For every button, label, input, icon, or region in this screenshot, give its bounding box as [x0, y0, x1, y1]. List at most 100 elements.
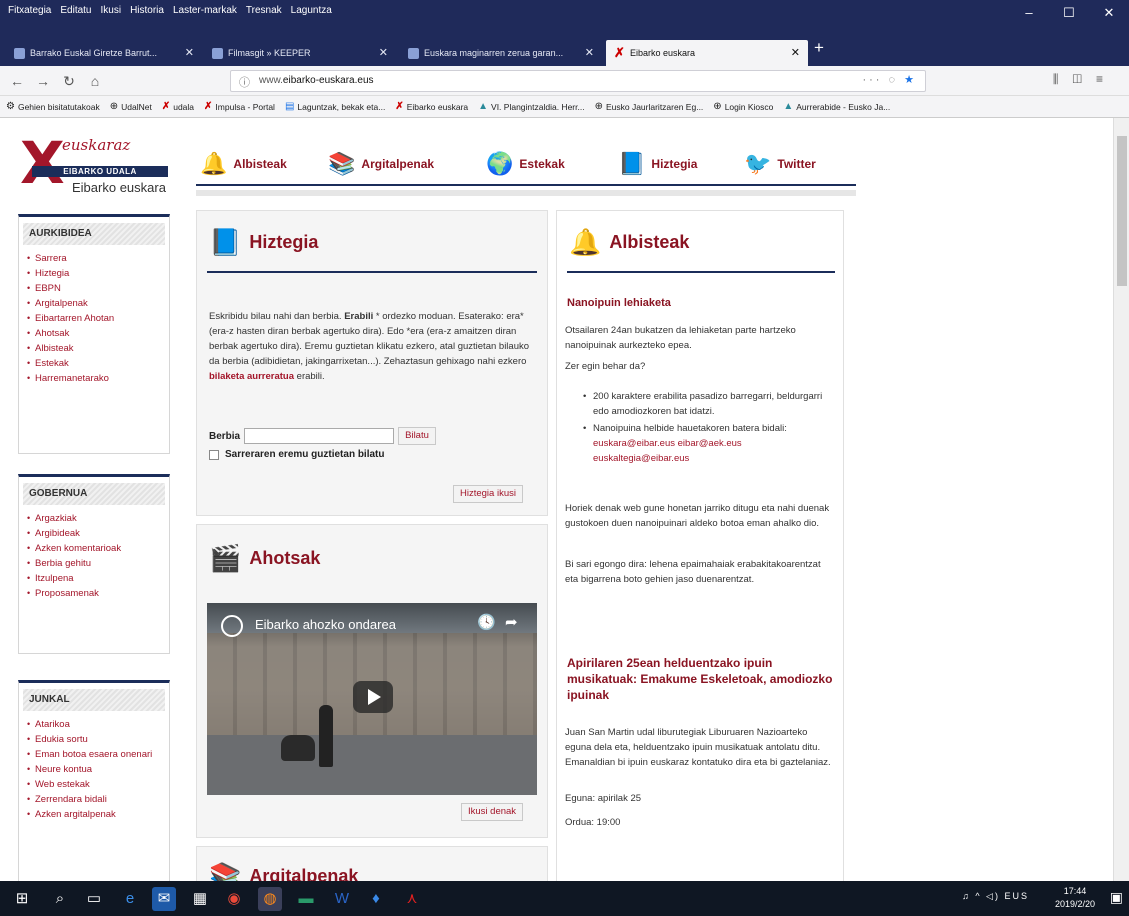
pocket-icon[interactable]: ◌: [889, 74, 899, 86]
hamburger-menu-icon[interactable]: ≡: [1096, 72, 1117, 86]
sidebar-item-harremanetarako[interactable]: Harremanetarako: [27, 371, 161, 386]
bookmark-item[interactable]: ⊕ Login Kiosco: [713, 101, 773, 112]
sidebar-item-itzulpena[interactable]: Itzulpena: [27, 571, 161, 586]
acrobat-icon[interactable]: ⋏: [400, 887, 424, 911]
firefox-icon[interactable]: ◍: [258, 887, 282, 911]
sidebar-item-azken-argitalpenak[interactable]: Azken argitalpenak: [27, 807, 161, 822]
maximize-button[interactable]: ☐: [1049, 0, 1089, 26]
bookmark-item[interactable]: ⚙ Gehien bisitatutakoak: [6, 101, 100, 112]
menu-file[interactable]: Fitxategia: [8, 5, 51, 16]
bookmark-item[interactable]: ✗ Eibarko euskara: [395, 101, 468, 112]
info-icon[interactable]: ⓘ: [239, 74, 250, 90]
tab-filmasgit[interactable]: Filmasgit » KEEPER ✕: [204, 40, 396, 66]
search-button[interactable]: Bilatu: [398, 427, 436, 445]
nav-twitter[interactable]: 🐦 Twitter: [744, 146, 816, 182]
notification-icon[interactable]: ▣: [1110, 889, 1123, 906]
tab-euskara-maginarren[interactable]: Euskara maginarren zerua garan... ✕: [400, 40, 602, 66]
bookmark-item[interactable]: ✗ Impulsa - Portal: [204, 101, 275, 112]
url-bar[interactable]: ⓘ www.eibarko-euskara.eus ··· ◌ ★: [230, 70, 926, 92]
scrollbar-thumb[interactable]: [1117, 136, 1127, 286]
close-tab-icon[interactable]: ✕: [185, 40, 194, 66]
email-links[interactable]: euskara@eibar.eus eibar@aek.eus euskalte…: [593, 438, 742, 464]
task-view-icon[interactable]: ▭: [82, 887, 106, 911]
sidebar-item-argitalpenak[interactable]: Argitalpenak: [27, 296, 161, 311]
outlook-icon[interactable]: ✉: [152, 887, 176, 911]
calculator-icon[interactable]: ▦: [188, 887, 212, 911]
share-icon[interactable]: ➦: [505, 613, 518, 631]
menu-view[interactable]: Ikusi: [101, 5, 122, 16]
sidebar-item-eibartarren-ahotan[interactable]: Eibartarren Ahotan: [27, 311, 161, 326]
nav-albisteak[interactable]: 🔔 Albisteak: [200, 146, 287, 182]
sidebar-item-zerrendara-bidali[interactable]: Zerrendara bidali: [27, 792, 161, 807]
sidebar-item-hiztegia[interactable]: Hiztegia: [27, 266, 161, 281]
menu-tools[interactable]: Tresnak: [246, 5, 282, 16]
channel-icon[interactable]: [221, 615, 243, 637]
news-title-ipuin-musikatuak[interactable]: Apirilaren 25ean helduentzako ipuin musi…: [567, 655, 835, 703]
video-player[interactable]: Eibarko ahozko ondarea 🕓 ➦: [207, 603, 537, 795]
search-icon[interactable]: ⌕: [48, 887, 72, 911]
sidebar-item-albisteak[interactable]: Albisteak: [27, 341, 161, 356]
minimize-button[interactable]: –: [1009, 0, 1049, 26]
sidebar-item-berbia-gehitu[interactable]: Berbia gehitu: [27, 556, 161, 571]
forward-icon[interactable]: →: [32, 71, 54, 91]
sidebar-item-estekak[interactable]: Estekak: [27, 356, 161, 371]
view-dictionary-button[interactable]: Hiztegia ikusi: [453, 485, 523, 503]
maps-icon[interactable]: ♦: [364, 887, 388, 911]
start-icon[interactable]: ⊞: [10, 887, 34, 911]
sidebar-item-proposamenak[interactable]: Proposamenak: [27, 586, 161, 601]
nav-hiztegia[interactable]: 📘 Hiztegia: [618, 146, 697, 182]
video-title[interactable]: Eibarko ahozko ondarea: [255, 617, 396, 632]
bookmark-star-icon[interactable]: ★: [904, 74, 917, 86]
chrome-icon[interactable]: ◉: [222, 887, 246, 911]
page-actions-icon[interactable]: ···: [862, 74, 882, 86]
sidebar-item-web-estekak[interactable]: Web estekak: [27, 777, 161, 792]
site-logo[interactable]: X euskaraz EIBARKO UDALA Eibarko euskara: [18, 134, 168, 198]
view-all-button[interactable]: Ikusi denak: [461, 803, 524, 821]
menu-history[interactable]: Historia: [130, 5, 164, 16]
sidebar-icon[interactable]: ◫: [1072, 72, 1096, 86]
close-tab-icon[interactable]: ✕: [791, 40, 800, 66]
sidebar-item-azken-komentarioak[interactable]: Azken komentarioak: [27, 541, 161, 556]
sidebar-item-atarikoa[interactable]: Atarikoa: [27, 717, 161, 732]
system-clock[interactable]: 17:44 2019/2/20: [1055, 885, 1095, 911]
back-icon[interactable]: ←: [6, 71, 28, 91]
sidebar-item-argazkiak[interactable]: Argazkiak: [27, 511, 161, 526]
search-input[interactable]: [244, 428, 395, 444]
library-icon[interactable]: ⫼: [1053, 72, 1073, 86]
nav-estekak[interactable]: 🌍 Estekak: [486, 146, 565, 182]
edge-icon[interactable]: e: [118, 887, 142, 911]
bookmark-item[interactable]: ▲ VI. Plangintzaldia. Herr...: [478, 101, 584, 112]
bookmark-item[interactable]: ✗ udala: [162, 101, 194, 112]
menu-help[interactable]: Laguntza: [291, 5, 332, 16]
close-tab-icon[interactable]: ✕: [379, 40, 388, 66]
play-button[interactable]: [353, 681, 393, 713]
new-tab-icon[interactable]: +: [814, 38, 824, 58]
word-icon[interactable]: W: [330, 887, 354, 911]
bookmark-item[interactable]: ▲ Aurrerabide - Eusko Ja...: [783, 101, 890, 112]
system-tray[interactable]: ♫ ^ ◁) EUS: [962, 891, 1029, 902]
tab-eibarko-euskara[interactable]: ✗ Eibarko euskara ✕: [606, 40, 808, 66]
sidebar-item-ebpn[interactable]: EBPN: [27, 281, 161, 296]
bookmark-item[interactable]: ▤ Laguntzak, bekak eta...: [285, 101, 385, 112]
sidebar-item-edukia-sortu[interactable]: Edukia sortu: [27, 732, 161, 747]
all-fields-option[interactable]: Sarreraren eremu guztietan bilatu: [209, 449, 385, 460]
menu-edit[interactable]: Editatu: [60, 5, 91, 16]
all-fields-checkbox[interactable]: [209, 449, 219, 460]
vertical-scrollbar[interactable]: [1113, 118, 1129, 881]
watch-later-icon[interactable]: 🕓: [477, 613, 496, 631]
sidebar-item-argibideak[interactable]: Argibideak: [27, 526, 161, 541]
bookmark-item[interactable]: ⊕ UdalNet: [110, 101, 152, 112]
photos-icon[interactable]: ▬: [294, 887, 318, 911]
sidebar-item-eman-botoa[interactable]: Eman botoa esaera onenari: [27, 747, 161, 762]
reload-icon[interactable]: ↻: [58, 71, 80, 91]
news-title-nanoipuin[interactable]: Nanoipuin lehiaketa: [567, 297, 671, 309]
sidebar-item-neure-kontua[interactable]: Neure kontua: [27, 762, 161, 777]
sidebar-item-sarrera[interactable]: Sarrera: [27, 251, 161, 266]
menu-bookmarks[interactable]: Laster-markak: [173, 5, 237, 16]
home-icon[interactable]: ⌂: [84, 71, 106, 91]
sidebar-item-ahotsak[interactable]: Ahotsak: [27, 326, 161, 341]
tab-barrako[interactable]: Barrako Euskal Giretze Barrut... ✕: [6, 40, 202, 66]
nav-argitalpenak[interactable]: 📚 Argitalpenak: [328, 146, 434, 182]
close-tab-icon[interactable]: ✕: [585, 40, 594, 66]
bookmark-item[interactable]: ⊕ Eusko Jaurlaritzaren Eg...: [595, 101, 704, 112]
